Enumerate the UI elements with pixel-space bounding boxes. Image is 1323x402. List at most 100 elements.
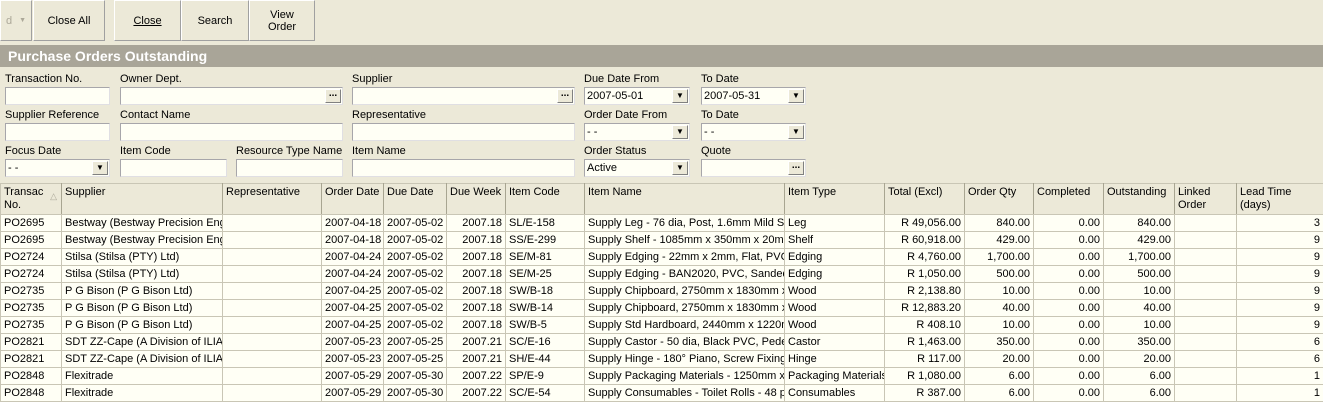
order-date-from-dropdown[interactable]: - -▼ xyxy=(584,123,690,141)
table-cell xyxy=(223,300,322,317)
due-date-from-value: 2007-05-01 xyxy=(587,90,643,102)
table-cell xyxy=(223,317,322,334)
sort-ascending-icon: △ xyxy=(50,190,57,203)
table-cell: 2007-05-25 xyxy=(384,334,447,351)
chevron-down-icon: ▼ xyxy=(19,15,26,27)
order-status-label: Order Status xyxy=(584,145,646,157)
close-button[interactable]: Close xyxy=(114,0,181,41)
ellipsis-button[interactable]: ... xyxy=(557,89,573,103)
column-header[interactable]: Due Week xyxy=(447,184,506,215)
resource-type-name-input[interactable] xyxy=(236,159,343,177)
table-cell: SW/B-18 xyxy=(506,283,585,300)
close-all-button[interactable]: Close All xyxy=(33,0,105,41)
table-cell: Supply Packaging Materials - 1250mm x 1 xyxy=(585,368,785,385)
table-cell: Supply Std Hardboard, 2440mm x 1220mm xyxy=(585,317,785,334)
table-cell: 0.00 xyxy=(1034,334,1104,351)
ellipsis-button[interactable]: ... xyxy=(325,89,341,103)
column-header[interactable]: Representative xyxy=(223,184,322,215)
column-header[interactable]: Transac No.△ xyxy=(1,184,62,215)
table-cell: 2007-04-25 xyxy=(322,317,384,334)
transaction-no-label: Transaction No. xyxy=(5,73,82,85)
focus-date-dropdown[interactable]: - -▼ xyxy=(5,159,110,177)
table-cell: Stilsa (Stilsa (PTY) Ltd) xyxy=(62,249,223,266)
table-cell: SC/E-54 xyxy=(506,385,585,402)
chevron-down-icon[interactable]: ▼ xyxy=(672,89,688,103)
table-cell: SL/E-158 xyxy=(506,215,585,232)
representative-input[interactable] xyxy=(352,123,575,141)
supplier-input[interactable]: ... xyxy=(352,87,575,105)
ellipsis-button[interactable]: ... xyxy=(788,161,804,175)
column-header[interactable]: Item Code xyxy=(506,184,585,215)
table-row[interactable]: PO2735P G Bison (P G Bison Ltd)2007-04-2… xyxy=(1,300,1323,317)
table-cell: 1 xyxy=(1237,385,1323,402)
table-cell: 350.00 xyxy=(1104,334,1175,351)
table-cell: Supply Chipboard, 2750mm x 1830mm x 9 xyxy=(585,283,785,300)
table-row[interactable]: PO2695Bestway (Bestway Precision Engi200… xyxy=(1,215,1323,232)
owner-dept-input[interactable]: ... xyxy=(120,87,343,105)
column-header[interactable]: Completed xyxy=(1034,184,1104,215)
view-order-button[interactable]: View Order xyxy=(249,0,315,41)
table-cell xyxy=(223,232,322,249)
contact-name-input[interactable] xyxy=(120,123,343,141)
table-cell: 2007-05-23 xyxy=(322,334,384,351)
table-cell: SDT ZZ-Cape (A Division of ILIAI xyxy=(62,351,223,368)
order-to-date-value: - - xyxy=(704,126,714,138)
column-header[interactable]: Order Qty xyxy=(965,184,1034,215)
column-header-label: Order Date xyxy=(325,186,379,198)
table-row[interactable]: PO2848Flexitrade2007-05-292007-05-302007… xyxy=(1,368,1323,385)
supplier-reference-input[interactable] xyxy=(5,123,110,141)
table-cell: Bestway (Bestway Precision Engi xyxy=(62,215,223,232)
due-to-date-dropdown[interactable]: 2007-05-31▼ xyxy=(701,87,806,105)
table-cell: 2007-04-18 xyxy=(322,232,384,249)
column-header[interactable]: Supplier xyxy=(62,184,223,215)
column-header[interactable]: Due Date xyxy=(384,184,447,215)
column-header[interactable]: Linked Order xyxy=(1175,184,1237,215)
table-row[interactable]: PO2724Stilsa (Stilsa (PTY) Ltd)2007-04-2… xyxy=(1,249,1323,266)
order-status-dropdown[interactable]: Active▼ xyxy=(584,159,690,177)
contact-name-label: Contact Name xyxy=(120,109,190,121)
chevron-down-icon[interactable]: ▼ xyxy=(672,161,688,175)
due-date-from-dropdown[interactable]: 2007-05-01 ▼ xyxy=(584,87,690,105)
purchase-orders-table: Transac No.△SupplierRepresentativeOrder … xyxy=(0,183,1323,402)
partial-dropdown-button[interactable]: d▼ xyxy=(0,0,32,41)
table-cell: PO2724 xyxy=(1,249,62,266)
table-row[interactable]: PO2821SDT ZZ-Cape (A Division of ILIAI20… xyxy=(1,334,1323,351)
table-cell: 840.00 xyxy=(1104,215,1175,232)
table-cell: P G Bison (P G Bison Ltd) xyxy=(62,283,223,300)
table-row[interactable]: PO2848Flexitrade2007-05-292007-05-302007… xyxy=(1,385,1323,402)
table-cell: PO2821 xyxy=(1,351,62,368)
table-cell: 6.00 xyxy=(1104,368,1175,385)
chevron-down-icon[interactable]: ▼ xyxy=(672,125,688,139)
table-cell: 6.00 xyxy=(1104,385,1175,402)
table-cell: 2007-05-02 xyxy=(384,232,447,249)
table-cell: 2007-04-18 xyxy=(322,215,384,232)
column-header[interactable]: Lead Time (days) xyxy=(1237,184,1323,215)
table-cell: Wood xyxy=(785,317,885,334)
column-header[interactable]: Total (Excl) xyxy=(885,184,965,215)
table-cell: Supply Shelf - 1085mm x 350mm x 20mm xyxy=(585,232,785,249)
table-row[interactable]: PO2821SDT ZZ-Cape (A Division of ILIAI20… xyxy=(1,351,1323,368)
table-cell: Supply Chipboard, 2750mm x 1830mm x 2 xyxy=(585,300,785,317)
supplier-label: Supplier xyxy=(352,73,392,85)
column-header[interactable]: Order Date xyxy=(322,184,384,215)
item-code-input[interactable] xyxy=(120,159,227,177)
table-row[interactable]: PO2735P G Bison (P G Bison Ltd)2007-04-2… xyxy=(1,283,1323,300)
table-cell: 350.00 xyxy=(965,334,1034,351)
quote-input[interactable]: ... xyxy=(701,159,806,177)
column-header[interactable]: Item Type xyxy=(785,184,885,215)
chevron-down-icon[interactable]: ▼ xyxy=(788,125,804,139)
table-row[interactable]: PO2724Stilsa (Stilsa (PTY) Ltd)2007-04-2… xyxy=(1,266,1323,283)
order-to-date-dropdown[interactable]: - - ▼ xyxy=(701,123,806,141)
chevron-down-icon[interactable]: ▼ xyxy=(788,89,804,103)
item-name-input[interactable] xyxy=(352,159,575,177)
chevron-down-icon[interactable]: ▼ xyxy=(92,161,108,175)
transaction-no-input[interactable] xyxy=(5,87,110,105)
table-cell xyxy=(223,266,322,283)
table-cell xyxy=(1175,232,1237,249)
search-button[interactable]: Search xyxy=(181,0,249,41)
table-cell xyxy=(1175,385,1237,402)
table-row[interactable]: PO2735P G Bison (P G Bison Ltd)2007-04-2… xyxy=(1,317,1323,334)
table-row[interactable]: PO2695Bestway (Bestway Precision Engi200… xyxy=(1,232,1323,249)
column-header[interactable]: Item Name xyxy=(585,184,785,215)
column-header[interactable]: Outstanding xyxy=(1104,184,1175,215)
